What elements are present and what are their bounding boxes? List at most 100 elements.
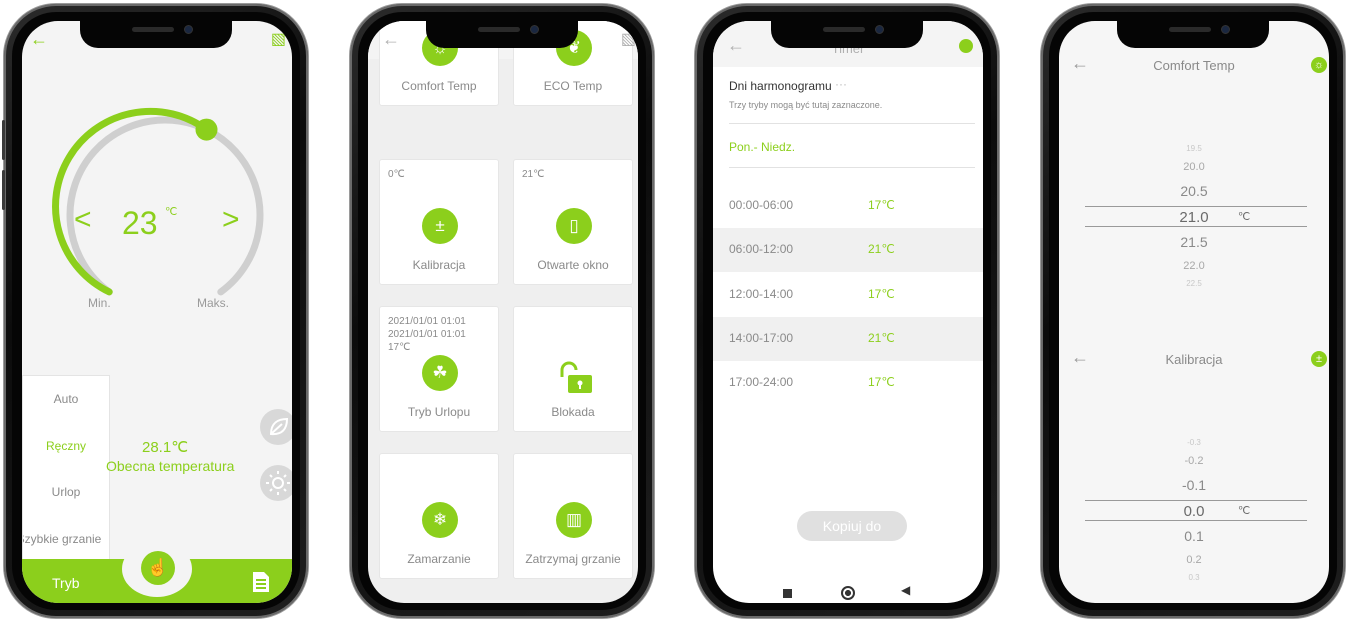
edit-icon[interactable]: ▧ [271, 29, 286, 49]
schedule-row[interactable]: 17:00-24:00 17℃ [713, 361, 983, 405]
schedule-row[interactable]: 12:00-14:00 17℃ [713, 273, 983, 317]
schedule-temp: 17℃ [868, 375, 895, 389]
schedule-temp: 17℃ [868, 287, 895, 301]
picker-divider [1085, 520, 1307, 521]
tile-zatrzymaj-grzanie[interactable]: ▥ Zatrzymaj grzanie [513, 453, 633, 579]
picker-value[interactable]: 22.5 [1059, 279, 1329, 288]
app-screenshots: ← ▧ < 23 ℃ > Min. Maks. Auto Ręczny Urlo… [0, 0, 1352, 622]
tile-label: Tryb Urlopu [407, 405, 471, 419]
comfort-picker-title: Comfort Temp [1153, 58, 1235, 73]
schedule-days-title: Dni harmonogramu [729, 79, 832, 93]
tile-label: Otwarte okno [537, 258, 609, 272]
back-arrow-icon[interactable]: ← [1071, 347, 1089, 368]
picker-value[interactable]: 0.1 [1059, 528, 1329, 544]
edit-icon[interactable]: ▧ [621, 29, 636, 49]
back-nav-icon[interactable]: ◀ [901, 583, 910, 597]
dial-knob[interactable] [195, 118, 218, 141]
picker-value[interactable]: 0.2 [1059, 554, 1329, 566]
phone-settings-grid: ← ▧ ☼ Comfort Temp ❦ ECO Temp 0℃ ± Kalib… [350, 4, 654, 618]
tile-value: 21℃ [522, 169, 545, 180]
schedule-time: 17:00-24:00 [729, 375, 794, 389]
hand-icon: ☝ [147, 558, 169, 577]
picker-value[interactable]: 22.0 [1059, 260, 1329, 272]
increase-temp-button[interactable]: > [222, 203, 240, 237]
eco-mode-button[interactable] [260, 409, 292, 445]
mode-item-urlop[interactable]: Urlop [23, 469, 109, 516]
phone-main-control: ← ▧ < 23 ℃ > Min. Maks. Auto Ręczny Urlo… [4, 4, 308, 618]
leaf-icon [269, 417, 289, 436]
dial-fill [52, 107, 210, 296]
value-picker-screen: ← Comfort Temp ☼ 19.5 20.0 20.5 21.0 ℃ 21.5 22… [1059, 21, 1329, 603]
picker-divider [1085, 226, 1307, 227]
schedule-time: 14:00-17:00 [729, 331, 794, 345]
schedule-row[interactable]: 06:00-12:00 21℃ [713, 228, 983, 272]
picker-value[interactable]: -0.1 [1059, 477, 1329, 493]
settings-grid-screen: ← ▧ ☼ Comfort Temp ❦ ECO Temp 0℃ ± Kalib… [368, 21, 638, 603]
tile-value: 2021/01/01 01:01 2021/01/01 01:01 17℃ [388, 316, 466, 353]
palm-icon: ☘ [422, 355, 458, 391]
picker-value[interactable]: 20.5 [1059, 183, 1329, 199]
snowflake-icon: ❄ [422, 502, 458, 538]
tile-tryb-urlopu[interactable]: 2021/01/01 01:01 2021/01/01 01:01 17℃ ☘ … [379, 306, 499, 432]
copy-to-button[interactable]: Kopiuj do [797, 511, 907, 541]
plus-minus-icon: ± [1311, 351, 1327, 367]
picker-value[interactable]: 19.5 [1059, 144, 1329, 153]
tile-value: 0℃ [388, 169, 405, 180]
picker-value[interactable]: -0.3 [1059, 438, 1329, 447]
sun-icon: ☼ [1311, 57, 1327, 73]
home-nav-icon[interactable] [841, 586, 855, 600]
schedule-time: 12:00-14:00 [729, 287, 794, 301]
set-temperature-unit: ℃ [165, 206, 178, 218]
phone-pickers: ← Comfort Temp ☼ 19.5 20.0 20.5 21.0 ℃ 21.5 22… [1041, 4, 1345, 618]
back-arrow-icon[interactable]: ← [30, 29, 48, 50]
decrease-temp-button[interactable]: < [74, 203, 92, 237]
manual-mode-button[interactable]: ☝ [141, 551, 175, 585]
picker-value[interactable]: 20.0 [1059, 161, 1329, 173]
tile-label: Kalibracja [412, 258, 466, 272]
tile-label: ECO Temp [543, 79, 603, 93]
tile-otwarte-okno[interactable]: 21℃ ▯ Otwarte okno [513, 159, 633, 285]
tile-label: Zatrzymaj grzanie [525, 552, 621, 566]
back-arrow-icon[interactable]: ← [1071, 53, 1089, 74]
picker-divider [1085, 500, 1307, 501]
back-arrow-icon[interactable]: ← [727, 35, 745, 56]
tile-blokada[interactable]: Blokada [513, 306, 633, 432]
schedule-row[interactable]: 14:00-17:00 21℃ [713, 317, 983, 361]
recent-apps-icon[interactable] [783, 589, 792, 598]
radiator-icon: ▥ [556, 502, 592, 538]
sun-icon [266, 471, 290, 495]
mode-item-auto[interactable]: Auto [23, 376, 109, 423]
picker-value[interactable]: 21.5 [1059, 234, 1329, 250]
schedule-temp: 21℃ [868, 331, 895, 345]
more-dots[interactable]: ··· [835, 77, 847, 91]
tile-label: Zamarzanie [407, 552, 471, 566]
picker-unit: ℃ [1237, 505, 1251, 517]
back-arrow-icon[interactable]: ← [382, 29, 400, 50]
mode-button[interactable]: Tryb [52, 575, 79, 591]
picker-value[interactable]: -0.2 [1059, 455, 1329, 467]
home-icon[interactable] [959, 39, 973, 53]
tile-label: Blokada [551, 405, 595, 419]
min-label: Min. [88, 296, 111, 310]
current-temperature: 28.1℃ [142, 439, 189, 456]
mode-item-szybkie-grzanie[interactable]: Szybkie grzanie [23, 516, 109, 563]
calibration-picker-title: Kalibracja [1165, 352, 1223, 367]
mode-item-reczny[interactable]: Ręczny [23, 423, 109, 470]
mode-menu: Auto Ręczny Urlop Szybkie grzanie [22, 375, 110, 561]
main-control-screen: ← ▧ < 23 ℃ > Min. Maks. Auto Ręczny Urlo… [22, 21, 292, 603]
current-temperature-label: Obecna temperatura [106, 458, 235, 474]
schedule-row[interactable]: 00:00-06:00 17℃ [713, 184, 983, 228]
picker-divider [1085, 206, 1307, 207]
comfort-mode-button[interactable] [260, 465, 292, 501]
tile-kalibracja[interactable]: 0℃ ± Kalibracja [379, 159, 499, 285]
schedule-days-selected[interactable]: Pon.- Niedz. [729, 140, 795, 154]
tile-zamarzanie[interactable]: ❄ Zamarzanie [379, 453, 499, 579]
document-icon[interactable] [252, 571, 270, 593]
plus-minus-icon: ± [422, 208, 458, 244]
schedule-temp: 17℃ [868, 198, 895, 212]
schedule-days-hint: Trzy tryby mogą być tutaj zaznaczone. [729, 100, 883, 110]
window-icon: ▯ [556, 208, 592, 244]
picker-value[interactable]: 0.3 [1059, 573, 1329, 582]
set-temperature: 23 [122, 205, 158, 241]
timer-screen: ← Timer Dni harmonogramu ··· Trzy tryby … [713, 21, 983, 603]
